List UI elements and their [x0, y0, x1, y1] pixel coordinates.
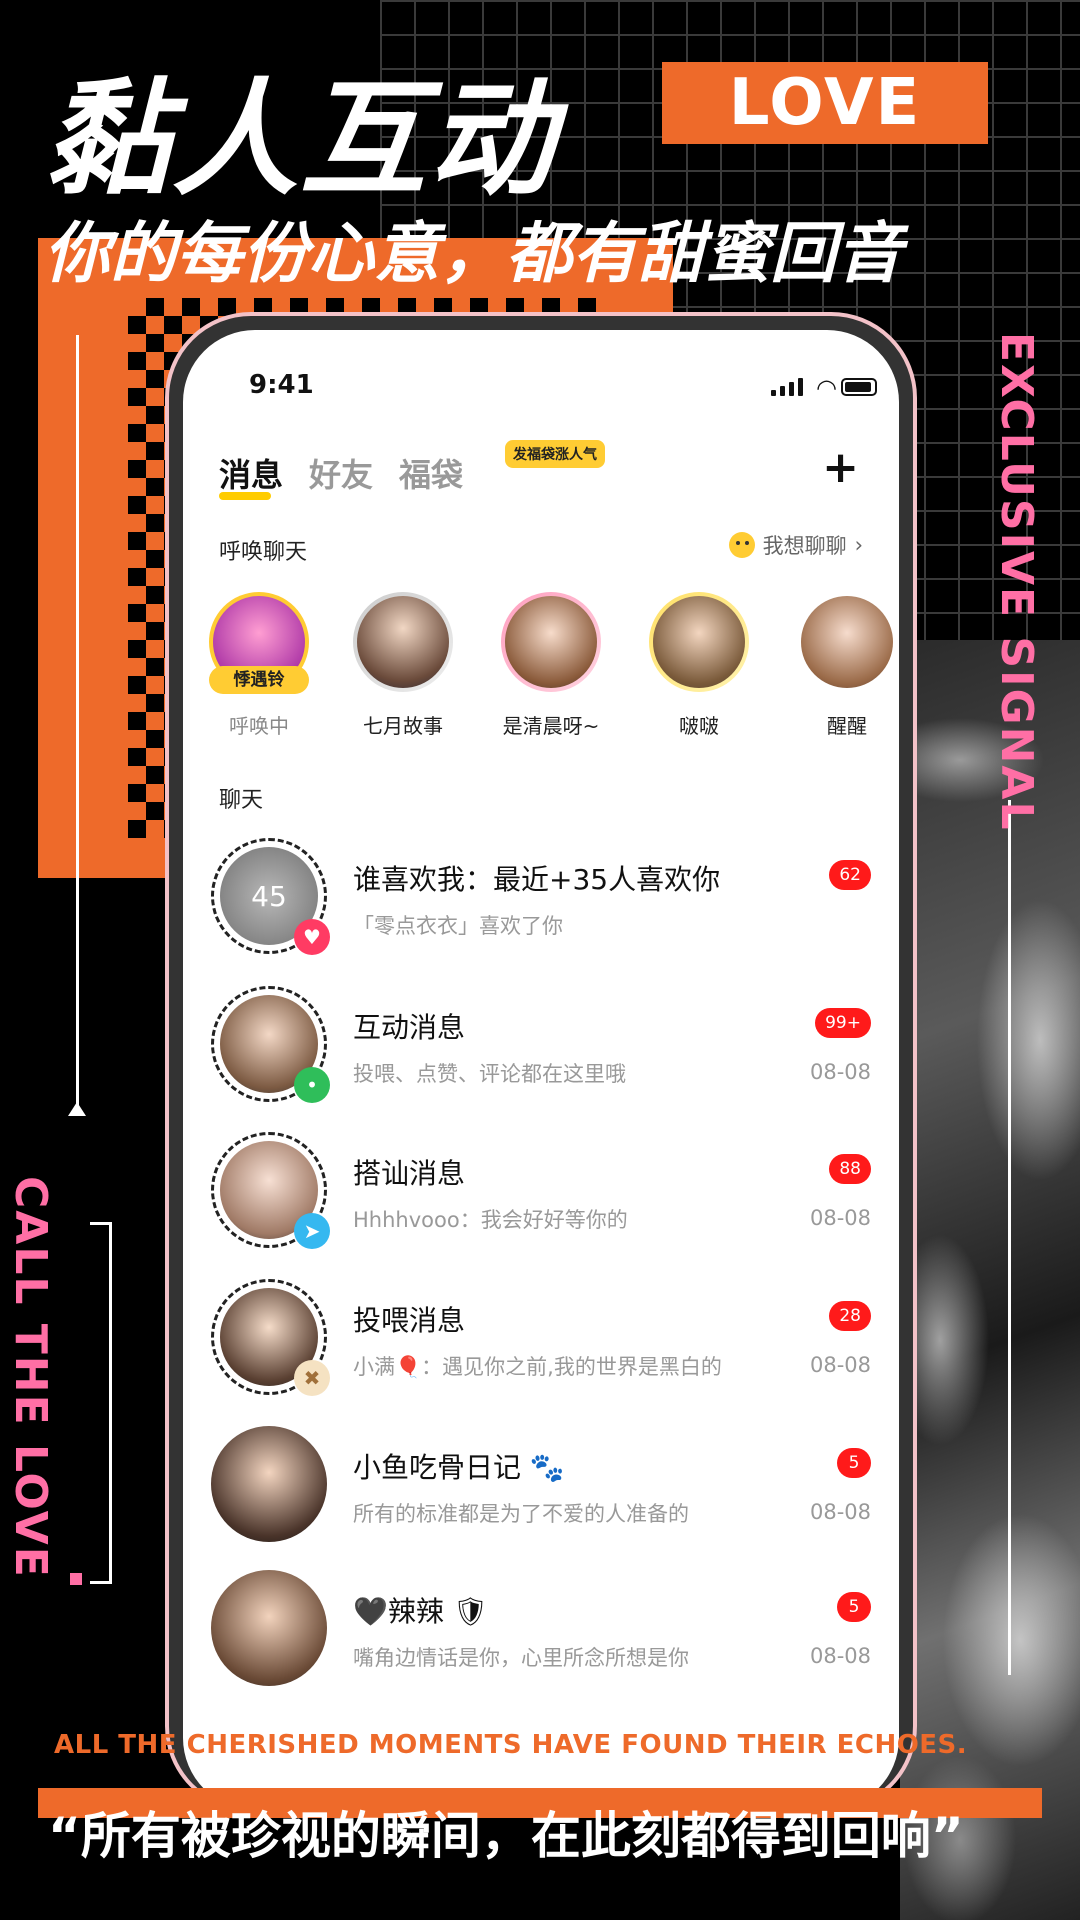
- plus-icon[interactable]: +: [822, 442, 859, 493]
- avatar: [505, 596, 597, 688]
- chat-preview: 所有的标准都是为了不爱的人准备的: [353, 1502, 689, 1526]
- summon-item[interactable]: 醒醒: [777, 592, 899, 739]
- summon-title: 呼唤聊天: [219, 540, 308, 565]
- chat-row[interactable]: 小鱼吃骨日记 🐾 所有的标准都是为了不爱的人准备的 5 08-08: [183, 1426, 899, 1572]
- heart-icon: ♥: [294, 919, 330, 955]
- gift-badge[interactable]: 发福袋涨人气: [505, 440, 605, 468]
- tab-active-indicator: [219, 492, 271, 500]
- chat-preview: Hhhhvooo：我会好好等你的: [353, 1208, 628, 1232]
- bell-tag: 悸遇铃: [209, 666, 309, 694]
- chat-title-text: 投喂消息: [353, 1304, 466, 1337]
- avatar: ➤: [211, 1132, 330, 1249]
- summon-item[interactable]: 悸遇铃 呼唤中: [189, 592, 329, 739]
- bone-icon: ✖: [294, 1360, 330, 1396]
- avatar: 45 ♥: [211, 838, 330, 955]
- status-time: 9:41: [249, 370, 314, 400]
- unread-badge: 99+: [815, 1008, 871, 1038]
- status-bar: 9:41 ◠: [183, 370, 899, 406]
- chat-title: 聊天: [219, 788, 264, 813]
- want-chat-link[interactable]: 我想聊聊 ›: [728, 530, 863, 560]
- chat-preview: 嘴角边情话是你，心里所念所想是你: [353, 1646, 689, 1670]
- summon-item[interactable]: 七月故事: [333, 592, 473, 739]
- avatar: [801, 596, 893, 688]
- quote-chinese: “所有被珍视的瞬间，在此刻都得到回响”: [48, 1807, 964, 1865]
- chat-date: 08-08: [809, 1353, 871, 1377]
- avatar-image: [211, 1570, 327, 1686]
- summon-name: 七月故事: [363, 714, 443, 738]
- summon-list: 悸遇铃 呼唤中 七月故事 是清晨呀~ 啵啵 醒醒: [183, 592, 899, 742]
- chat-date: 08-08: [809, 1206, 871, 1230]
- headline: 黏人互动: [44, 66, 556, 213]
- chat-title-text: 小鱼吃骨日记 🐾: [353, 1451, 565, 1484]
- decor-line-right: [1008, 800, 1011, 1675]
- avatar: [653, 596, 745, 688]
- plastic-texture: [900, 640, 1080, 1920]
- chat-title-text: 搭讪消息: [353, 1157, 466, 1190]
- avatar: •: [211, 986, 330, 1103]
- unread-badge: 5: [837, 1448, 871, 1478]
- avatar: [211, 1570, 327, 1686]
- decor-arrow-icon: [68, 1102, 86, 1116]
- tab-friends[interactable]: 好友: [309, 450, 373, 496]
- phone-frame: 9:41 ◠ 消息 好友 福袋 发福袋涨人气 + 呼唤聊天 我想聊聊 › 悸遇铃…: [165, 312, 917, 1812]
- paw-icon: •: [294, 1067, 330, 1103]
- chat-row[interactable]: 45 ♥ 谁喜欢我：最近+35人喜欢你 「零点衣衣」喜欢了你 62: [183, 838, 899, 984]
- want-chat-label: 我想聊聊: [762, 534, 847, 558]
- chat-row[interactable]: • 互动消息 投喂、点赞、评论都在这里哦 99+ 08-08: [183, 986, 899, 1132]
- chat-date: 08-08: [809, 1644, 871, 1668]
- signal-icon: [771, 378, 803, 396]
- paper-plane-icon: ➤: [294, 1213, 330, 1249]
- wifi-icon: ◠: [816, 374, 837, 402]
- chat-title-text: 🖤辣辣 🛡: [353, 1595, 489, 1628]
- summon-name: 啵啵: [679, 714, 719, 738]
- unread-badge: 28: [829, 1301, 871, 1331]
- decor-dot: [70, 1573, 82, 1585]
- chat-date: 08-08: [809, 1060, 871, 1084]
- unread-badge: 62: [829, 860, 871, 890]
- love-badge: LOVE: [662, 62, 988, 144]
- vertical-text-left: CALL THE LOVE: [5, 1176, 56, 1579]
- tab-lucky-bag[interactable]: 福袋: [399, 450, 463, 496]
- avatar: ✖: [211, 1279, 330, 1396]
- unread-badge: 88: [829, 1154, 871, 1184]
- summon-item[interactable]: 啵啵: [629, 592, 769, 739]
- summon-name: 呼唤中: [229, 714, 289, 738]
- slogan-english: ALL THE CHERISHED MOMENTS HAVE FOUND THE…: [54, 1730, 968, 1760]
- tab-messages[interactable]: 消息: [219, 450, 283, 496]
- poster: 黏人互动 LOVE 你的每份心意，都有甜蜜回音 EXCLUSIVE SIGNAL…: [0, 0, 1080, 1920]
- avatar: [211, 1426, 327, 1542]
- battery-icon: [841, 378, 877, 396]
- vertical-text-right: EXCLUSIVE SIGNAL: [991, 332, 1042, 832]
- chat-row[interactable]: 🖤辣辣 🛡 嘴角边情话是你，心里所念所想是你 5 08-08: [183, 1570, 899, 1716]
- phone-screen: 9:41 ◠ 消息 好友 福袋 发福袋涨人气 + 呼唤聊天 我想聊聊 › 悸遇铃…: [183, 330, 899, 1810]
- face-emoji-icon: [728, 532, 755, 558]
- decor-line-left: [76, 335, 79, 1110]
- chat-title-text: 谁喜欢我：最近+35人喜欢你: [353, 863, 721, 896]
- chevron-right-icon: ›: [854, 533, 863, 557]
- chat-preview: 投喂、点赞、评论都在这里哦: [353, 1062, 626, 1086]
- summon-item[interactable]: 是清晨呀~: [481, 592, 621, 739]
- chat-row[interactable]: ➤ 搭讪消息 Hhhhvooo：我会好好等你的 88 08-08: [183, 1132, 899, 1278]
- avatar: [357, 596, 449, 688]
- decor-bracket: [90, 1222, 112, 1584]
- unread-badge: 5: [837, 1592, 871, 1622]
- chat-preview: 小满🎈：遇见你之前,我的世界是黑白的: [353, 1355, 722, 1379]
- avatar-image: [211, 1426, 327, 1542]
- subheadline: 你的每份心意，都有甜蜜回音: [44, 215, 902, 292]
- chat-title-text: 互动消息: [353, 1011, 466, 1044]
- summon-name: 醒醒: [827, 714, 867, 738]
- chat-preview: 「零点衣衣」喜欢了你: [353, 914, 563, 938]
- chat-row[interactable]: ✖ 投喂消息 小满🎈：遇见你之前,我的世界是黑白的 28 08-08: [183, 1279, 899, 1425]
- chat-date: 08-08: [809, 1500, 871, 1524]
- summon-name: 是清晨呀~: [502, 714, 600, 738]
